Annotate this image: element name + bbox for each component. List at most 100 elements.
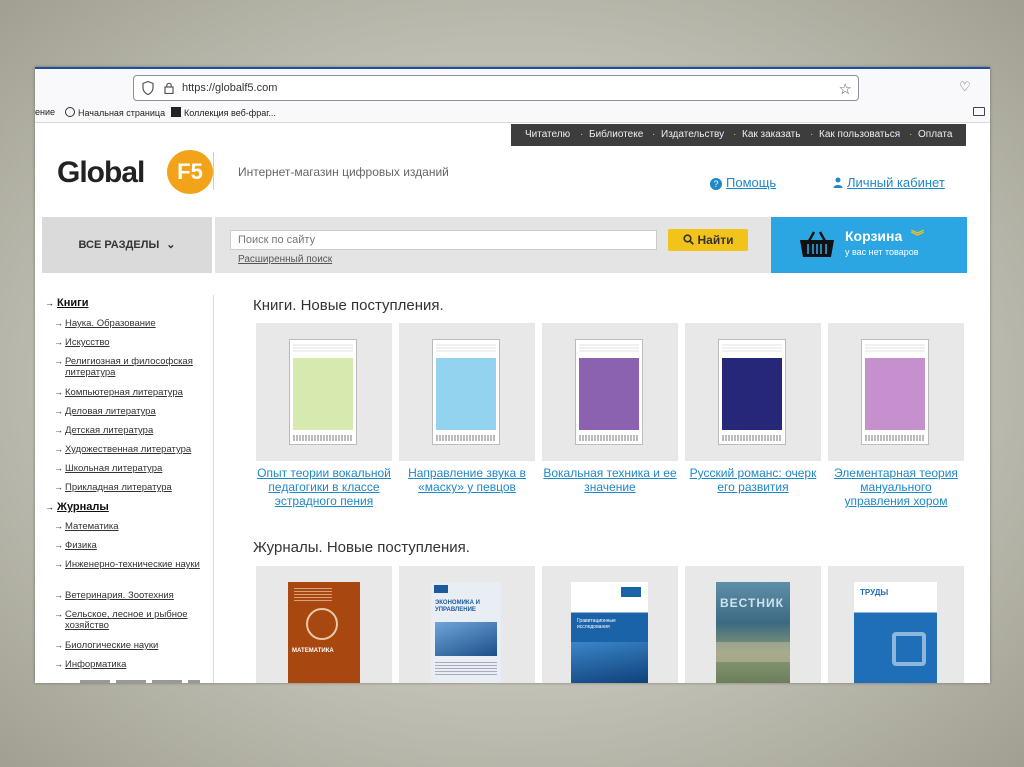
arrow-right-icon: → xyxy=(54,356,63,366)
sidebar-item-label[interactable]: Физика xyxy=(65,540,211,551)
sidebar-divider xyxy=(213,295,214,683)
sidebar-item-label[interactable]: Книги xyxy=(57,298,88,309)
account-link[interactable]: Личный кабинет xyxy=(833,175,945,190)
book-title-link[interactable]: Вокальная техника и ее значение xyxy=(540,466,680,494)
journal-cover[interactable]: Гравитационные исследования xyxy=(571,582,648,683)
sidebar-item-label[interactable]: Математика xyxy=(65,521,211,532)
top-navigation: Читателю · Библиотеке · Издательству · К… xyxy=(511,124,966,146)
shield-icon[interactable] xyxy=(142,81,154,95)
sidebar-item-label[interactable]: Школьная литература xyxy=(65,463,211,474)
arrow-right-icon: → xyxy=(54,406,63,416)
nav-item-library[interactable]: Библиотеке xyxy=(589,129,643,140)
nav-separator: · xyxy=(580,129,584,140)
book-card[interactable] xyxy=(828,323,964,461)
sidebar-item-label[interactable]: Компьютерная литература xyxy=(65,387,211,398)
nav-separator: · xyxy=(810,129,814,140)
book-title-link[interactable]: Направление звука в «маску» у певцов xyxy=(397,466,537,494)
journal-cover[interactable]: ВЕСТНИК xyxy=(716,582,790,683)
cart-block[interactable]: Корзина ︾ у вас нет товаров xyxy=(771,217,967,273)
book-title-link[interactable]: Русский романс: очерк его развития xyxy=(683,466,823,494)
arrow-right-icon: → xyxy=(54,463,63,473)
bookmark-item-1[interactable]: ение xyxy=(35,107,55,117)
address-bar[interactable]: https://globalf5.com ☆ xyxy=(133,75,859,101)
journal-card[interactable]: Гравитационные исследования xyxy=(542,566,678,683)
nav-item-reader[interactable]: Читателю xyxy=(525,129,570,140)
nav-item-publisher[interactable]: Издательству xyxy=(661,129,724,140)
account-label[interactable]: Личный кабинет xyxy=(847,175,945,190)
all-sections-label[interactable]: ВСЕ РАЗДЕЛЫ xyxy=(78,239,159,251)
chevron-down-icon: ⌄ xyxy=(166,239,176,251)
sidebar-item-label[interactable]: Деловая литература xyxy=(65,406,211,417)
nav-item-how-to-order[interactable]: Как заказать xyxy=(742,129,800,140)
books-section-title: Книги. Новые поступления. xyxy=(253,297,444,314)
arrow-right-icon: → xyxy=(54,444,63,454)
cart-title[interactable]: Корзина xyxy=(845,228,902,244)
book-card[interactable] xyxy=(256,323,392,461)
lock-icon[interactable] xyxy=(164,82,174,94)
divider xyxy=(212,217,215,273)
sidebar-item-label[interactable]: Информатика xyxy=(65,659,211,670)
book-card[interactable] xyxy=(399,323,535,461)
arrow-right-icon: → xyxy=(45,298,54,308)
url-text[interactable]: https://globalf5.com xyxy=(182,82,277,94)
globe-icon xyxy=(65,107,75,117)
help-link[interactable]: ? Помощь xyxy=(710,175,776,190)
bookmark-item-collection[interactable]: Коллекция веб-фраг... xyxy=(171,107,276,118)
sidebar-item-label[interactable]: Наука. Образование xyxy=(65,318,211,329)
arrow-right-icon: → xyxy=(54,559,63,569)
journal-cover-title: Гравитационные исследования xyxy=(577,618,616,630)
nav-separator: · xyxy=(909,129,913,140)
book-card[interactable] xyxy=(685,323,821,461)
journal-cover[interactable]: ЭКОНОМИКА И УПРАВЛЕНИЕ xyxy=(431,582,501,683)
sidebar-item-label[interactable]: Детская литература xyxy=(65,425,211,436)
journal-cover-title: МАТЕМАТИКА xyxy=(292,648,334,654)
book-cover[interactable] xyxy=(718,339,786,445)
book-cover[interactable] xyxy=(289,339,357,445)
nav-item-payment[interactable]: Оплата xyxy=(918,129,952,140)
search-input[interactable] xyxy=(230,230,657,250)
search-button-label[interactable]: Найти xyxy=(698,233,734,247)
book-cover[interactable] xyxy=(861,339,929,445)
help-label[interactable]: Помощь xyxy=(726,175,776,190)
bookmark-star-icon[interactable]: ☆ xyxy=(839,78,852,102)
sidebar-item-label[interactable]: Сельское, лесное и рыбное хозяйство xyxy=(65,609,211,631)
sidebar-item-label[interactable]: Журналы xyxy=(57,502,109,513)
all-sections-dropdown[interactable]: ВСЕ РАЗДЕЛЫ ⌄ xyxy=(42,217,212,273)
sidebar-item-label[interactable]: Прикладная литература xyxy=(65,482,211,493)
ms-icon xyxy=(171,107,181,117)
nav-item-how-to-use[interactable]: Как пользоваться xyxy=(819,129,900,140)
bookmarks-bar: ение Начальная страница Коллекция веб-фр… xyxy=(35,103,990,123)
journal-card[interactable]: ЭКОНОМИКА И УПРАВЛЕНИЕ xyxy=(399,566,535,683)
arrow-right-icon: → xyxy=(54,387,63,397)
pocket-icon[interactable]: ♡ xyxy=(959,79,971,95)
journal-cover[interactable]: МАТЕМАТИКА xyxy=(288,582,360,683)
journal-cover-title: ВЕСТНИК xyxy=(720,596,784,610)
book-card[interactable] xyxy=(542,323,678,461)
journal-cover-title: ТРУДЫ xyxy=(860,588,889,597)
cover-color xyxy=(722,358,782,430)
journal-card[interactable]: ТРУДЫ xyxy=(828,566,964,683)
journal-cover[interactable]: ТРУДЫ xyxy=(854,582,937,683)
book-title-link[interactable]: Опыт теории вокальной педагогики в класс… xyxy=(254,466,394,508)
journal-card[interactable]: ВЕСТНИК xyxy=(685,566,821,683)
sidebar-item-label[interactable]: Художественная литература xyxy=(65,444,211,455)
basket-icon xyxy=(800,231,834,257)
sidebar-item-label[interactable]: Религиозная и философская литература xyxy=(65,356,211,378)
arrow-right-icon: → xyxy=(54,337,63,347)
bookmark-item-home[interactable]: Начальная страница xyxy=(65,107,165,118)
browser-toolbar: https://globalf5.com ☆ ♡ xyxy=(35,67,990,103)
nav-separator: · xyxy=(733,129,737,140)
book-cover[interactable] xyxy=(432,339,500,445)
sidebar-item-label[interactable]: Биологические науки xyxy=(65,640,211,651)
sidebar-item-label[interactable]: Ветеринария. Зоотехния xyxy=(65,590,211,601)
sidebar-item-label[interactable]: Инженерно-технические науки xyxy=(65,559,211,570)
folder-icon[interactable] xyxy=(973,107,985,116)
book-title-link[interactable]: Элементарная теория мануального управлен… xyxy=(826,466,966,508)
search-button[interactable]: Найти xyxy=(668,229,748,251)
book-cover[interactable] xyxy=(575,339,643,445)
sidebar-item-label[interactable]: Искусство xyxy=(65,337,211,348)
advanced-search-link[interactable]: Расширенный поиск xyxy=(238,254,332,265)
journal-cover-title: ЭКОНОМИКА И УПРАВЛЕНИЕ xyxy=(435,600,480,613)
journal-card[interactable]: МАТЕМАТИКА xyxy=(256,566,392,683)
arrow-right-icon: → xyxy=(54,318,63,328)
